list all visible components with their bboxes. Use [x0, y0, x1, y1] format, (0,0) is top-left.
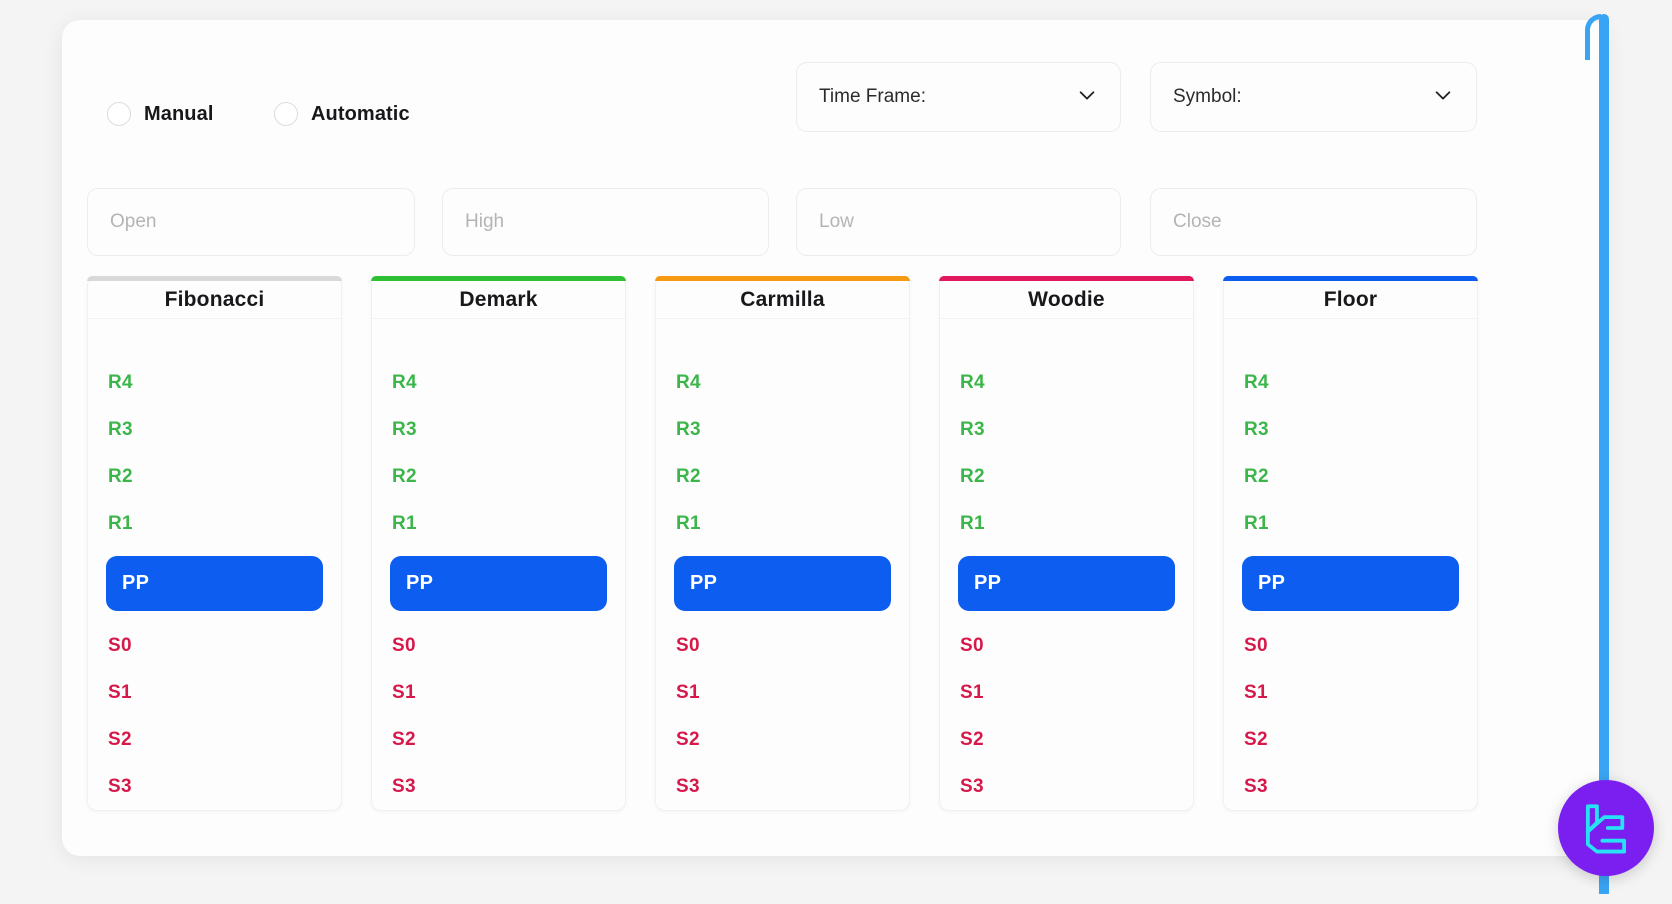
pivot-card-carmilla: Carmilla R4R3R2R1 PP S0S1S2S3: [655, 276, 910, 811]
pivot-level-pp[interactable]: PP: [674, 556, 891, 611]
pivot-level-s1: S1: [372, 669, 625, 716]
pivot-level-r1: R1: [88, 500, 341, 547]
pivot-level-s0: S0: [656, 622, 909, 669]
pivot-card-woodie: Woodie R4R3R2R1 PP S0S1S2S3: [939, 276, 1194, 811]
pivot-card-header: Fibonacci: [88, 281, 341, 319]
chevron-down-icon: [1076, 84, 1098, 111]
brand-logo-icon: [1577, 799, 1635, 857]
pivot-level-s2: S2: [372, 716, 625, 763]
page-scroll-rail[interactable]: [1599, 14, 1609, 894]
pivot-level-r3: R3: [940, 406, 1193, 453]
pivot-card-header: Carmilla: [656, 281, 909, 319]
pivot-level-r2: R2: [372, 453, 625, 500]
pivot-card-demark: Demark R4R3R2R1 PP S0S1S2S3: [371, 276, 626, 811]
pivot-level-s2: S2: [1224, 716, 1477, 763]
pivot-level-s3: S3: [1224, 763, 1477, 810]
pivot-level-s0: S0: [372, 622, 625, 669]
pivot-level-s1: S1: [1224, 669, 1477, 716]
pivot-level-s1: S1: [940, 669, 1193, 716]
timeframe-select-label: Time Frame:: [819, 86, 1076, 108]
radio-manual-dot[interactable]: [107, 102, 131, 126]
pivot-card-title: Woodie: [1028, 288, 1105, 312]
pivot-level-r2: R2: [1224, 453, 1477, 500]
pivot-level-s3: S3: [88, 763, 341, 810]
close-input[interactable]: [1150, 188, 1477, 256]
pivot-level-s2: S2: [656, 716, 909, 763]
radio-manual-label: Manual: [144, 103, 214, 126]
symbol-select[interactable]: Symbol:: [1150, 62, 1477, 132]
radio-automatic[interactable]: Automatic: [274, 102, 410, 126]
pivot-level-r3: R3: [372, 406, 625, 453]
pivot-level-pp[interactable]: PP: [1242, 556, 1459, 611]
chevron-down-icon: [1432, 84, 1454, 111]
ohlc-inputs-row: [62, 170, 1607, 270]
pivot-card-levels: R4R3R2R1 PP S0S1S2S3: [1224, 319, 1477, 810]
pivot-card-title: Demark: [459, 288, 537, 312]
timeframe-select[interactable]: Time Frame:: [796, 62, 1121, 132]
pivot-level-s3: S3: [656, 763, 909, 810]
pivot-card-title: Floor: [1324, 288, 1378, 312]
pivot-card-levels: R4R3R2R1 PP S0S1S2S3: [940, 319, 1193, 810]
pivot-card-header: Demark: [372, 281, 625, 319]
pivot-level-pp[interactable]: PP: [958, 556, 1175, 611]
pivot-card-title: Fibonacci: [165, 288, 265, 312]
pivot-level-r1: R1: [1224, 500, 1477, 547]
pivot-level-s3: S3: [940, 763, 1193, 810]
controls-row: Manual Automatic Time Frame: Symbol:: [62, 20, 1607, 170]
pivot-level-r2: R2: [88, 453, 341, 500]
brand-logo-badge[interactable]: [1558, 780, 1654, 876]
pivot-cards-container: FibonacciR4R3R2R1PPS0S1S2S3DemarkR4R3R2R…: [87, 276, 1607, 811]
pivot-level-s0: S0: [1224, 622, 1477, 669]
pivot-level-r1: R1: [940, 500, 1193, 547]
high-input[interactable]: [442, 188, 769, 256]
pivot-level-r1: R1: [656, 500, 909, 547]
pivot-level-s3: S3: [372, 763, 625, 810]
pivot-card-header: Floor: [1224, 281, 1477, 319]
pivot-level-r3: R3: [1224, 406, 1477, 453]
radio-automatic-label: Automatic: [311, 103, 410, 126]
symbol-select-label: Symbol:: [1173, 86, 1432, 108]
pivot-card-header: Woodie: [940, 281, 1193, 319]
pivot-level-r3: R3: [656, 406, 909, 453]
open-input[interactable]: [87, 188, 415, 256]
pivot-level-s2: S2: [940, 716, 1193, 763]
pivot-level-r2: R2: [656, 453, 909, 500]
pivot-level-s2: S2: [88, 716, 341, 763]
pivot-card-levels: R4R3R2R1 PP S0S1S2S3: [88, 319, 341, 810]
pivot-level-r3: R3: [88, 406, 341, 453]
pivot-level-r4: R4: [940, 359, 1193, 406]
pivot-level-r2: R2: [940, 453, 1193, 500]
pivot-card-title: Carmilla: [740, 288, 824, 312]
pivot-calculator-panel: Manual Automatic Time Frame: Symbol:: [62, 20, 1607, 856]
pivot-level-s1: S1: [88, 669, 341, 716]
pivot-level-r1: R1: [372, 500, 625, 547]
pivot-level-r4: R4: [88, 359, 341, 406]
low-input[interactable]: [796, 188, 1121, 256]
pivot-level-r4: R4: [1224, 359, 1477, 406]
radio-automatic-dot[interactable]: [274, 102, 298, 126]
pivot-level-s0: S0: [940, 622, 1193, 669]
radio-manual[interactable]: Manual: [107, 102, 214, 126]
pivot-level-s0: S0: [88, 622, 341, 669]
pivot-card-levels: R4R3R2R1 PP S0S1S2S3: [372, 319, 625, 810]
pivot-level-r4: R4: [372, 359, 625, 406]
pivot-level-s1: S1: [656, 669, 909, 716]
pivot-level-pp[interactable]: PP: [390, 556, 607, 611]
pivot-level-r4: R4: [656, 359, 909, 406]
pivot-level-pp[interactable]: PP: [106, 556, 323, 611]
pivot-card-floor: Floor R4R3R2R1 PP S0S1S2S3: [1223, 276, 1478, 811]
pivot-card-levels: R4R3R2R1 PP S0S1S2S3: [656, 319, 909, 810]
pivot-card-fibonacci: Fibonacci R4R3R2R1 PP S0S1S2S3: [87, 276, 342, 811]
